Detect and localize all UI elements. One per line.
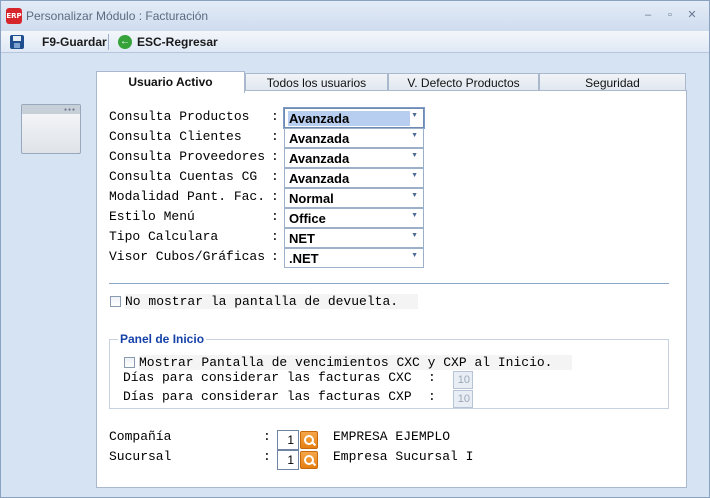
setting-label-tipo-calculara: Tipo Calculara [109, 229, 219, 244]
colon: : [271, 209, 279, 224]
setting-label-modalidad-pant-fac: Modalidad Pant. Fac. [109, 189, 266, 204]
save-button-label: F9-Guardar [42, 35, 107, 49]
dropdown-arrow-icon: ▼ [411, 252, 418, 259]
consulta-clientes-value: Avanzada [289, 131, 350, 146]
colon: : [271, 149, 279, 164]
dropdown-arrow-icon: ▼ [411, 212, 418, 219]
visor-cubos-graficas-value: .NET [289, 251, 319, 266]
consulta-cuentas-cg-select[interactable]: Avanzada ▼ [284, 168, 424, 188]
back-button-label: ESC-Regresar [137, 35, 218, 49]
modalidad-pant-fac-value: Normal [289, 191, 334, 206]
dropdown-arrow-icon: ▼ [411, 132, 418, 139]
dias-cxp-input[interactable]: 10 [453, 390, 473, 408]
sucursal-code-input[interactable]: 1 [277, 450, 299, 470]
colon: : [271, 189, 279, 204]
colon: : [271, 129, 279, 144]
tipo-calculara-value: NET [289, 231, 315, 246]
title-bar: ERP Personalizar Módulo : Facturación – … [1, 1, 709, 31]
tab-usuario-activo[interactable]: Usuario Activo [96, 71, 245, 93]
toolbar: F9-Guardar ← ESC-Regresar [1, 31, 709, 53]
save-button[interactable]: F9-Guardar [10, 33, 107, 51]
compania-code-input[interactable]: 1 [277, 430, 299, 450]
consulta-cuentas-cg-value: Avanzada [289, 171, 350, 186]
colon: : [263, 449, 271, 464]
dropdown-arrow-icon: ▼ [411, 152, 418, 159]
close-icon[interactable]: ✕ [684, 7, 700, 23]
no-devuelta-checkbox[interactable] [110, 296, 121, 307]
modalidad-pant-fac-select[interactable]: Normal ▼ [284, 188, 424, 208]
show-vencimientos-checkbox[interactable] [124, 357, 135, 368]
maximize-icon[interactable]: ▫ [662, 7, 678, 23]
estilo-menu-value: Office [289, 211, 326, 226]
setting-label-consulta-proveedores: Consulta Proveedores [109, 149, 266, 164]
colon: : [271, 229, 279, 244]
colon: : [263, 429, 271, 444]
estilo-menu-select[interactable]: Office ▼ [284, 208, 424, 228]
window-title: Personalizar Módulo : Facturación [26, 9, 209, 23]
panel-inicio-title: Panel de Inicio [118, 332, 207, 346]
dropdown-arrow-icon: ▼ [411, 172, 418, 179]
consulta-productos-select[interactable]: Avanzada ▼ [284, 108, 424, 128]
consulta-proveedores-value: Avanzada [289, 151, 350, 166]
colon: : [271, 249, 279, 264]
sucursal-label: Sucursal [109, 449, 172, 464]
colon: : [271, 109, 279, 124]
show-vencimientos-label: Mostrar Pantalla de vencimientos CXC y C… [139, 355, 573, 370]
dropdown-arrow-icon: ▼ [411, 232, 418, 239]
sucursal-search-icon[interactable] [300, 451, 318, 469]
compania-label: Compañía [109, 429, 172, 444]
no-devuelta-label: No mostrar la pantalla de devuelta. [125, 294, 419, 309]
colon: : [271, 169, 279, 184]
personalizar-modulo-window: ERP Personalizar Módulo : Facturación – … [0, 0, 710, 498]
floppy-disk-icon [10, 35, 24, 49]
colon: : [428, 389, 436, 404]
setting-label-estilo-menu: Estilo Menú [109, 209, 195, 224]
section-divider [109, 283, 669, 284]
consulta-productos-value: Avanzada [288, 111, 410, 126]
setting-label-visor-cubos-graficas: Visor Cubos/Gráficas [109, 249, 266, 264]
setting-label-consulta-cuentas-cg: Consulta Cuentas CG [109, 169, 258, 184]
compania-name: EMPRESA EJEMPLO [333, 429, 451, 444]
compania-search-icon[interactable] [300, 431, 318, 449]
dias-cxc-label: Días para considerar las facturas CXC [123, 370, 412, 385]
minimize-icon[interactable]: – [640, 7, 656, 23]
setting-label-consulta-clientes: Consulta Clientes [109, 129, 242, 144]
visor-cubos-graficas-select[interactable]: .NET ▼ [284, 248, 424, 268]
erp-app-icon: ERP [6, 8, 22, 24]
window-illustration-icon: ●●● [21, 104, 81, 154]
back-arrow-icon: ← [118, 35, 132, 49]
dropdown-arrow-icon: ▼ [411, 112, 418, 119]
dias-cxc-input[interactable]: 10 [453, 371, 473, 389]
dropdown-arrow-icon: ▼ [411, 192, 418, 199]
sucursal-name: Empresa Sucursal I [333, 449, 474, 464]
tipo-calculara-select[interactable]: NET ▼ [284, 228, 424, 248]
toolbar-separator [108, 34, 109, 50]
consulta-clientes-select[interactable]: Avanzada ▼ [284, 128, 424, 148]
consulta-proveedores-select[interactable]: Avanzada ▼ [284, 148, 424, 168]
dias-cxp-label: Días para considerar las facturas CXP [123, 389, 412, 404]
colon: : [428, 370, 436, 385]
back-button[interactable]: ← ESC-Regresar [118, 33, 218, 51]
setting-label-consulta-productos: Consulta Productos [109, 109, 250, 124]
